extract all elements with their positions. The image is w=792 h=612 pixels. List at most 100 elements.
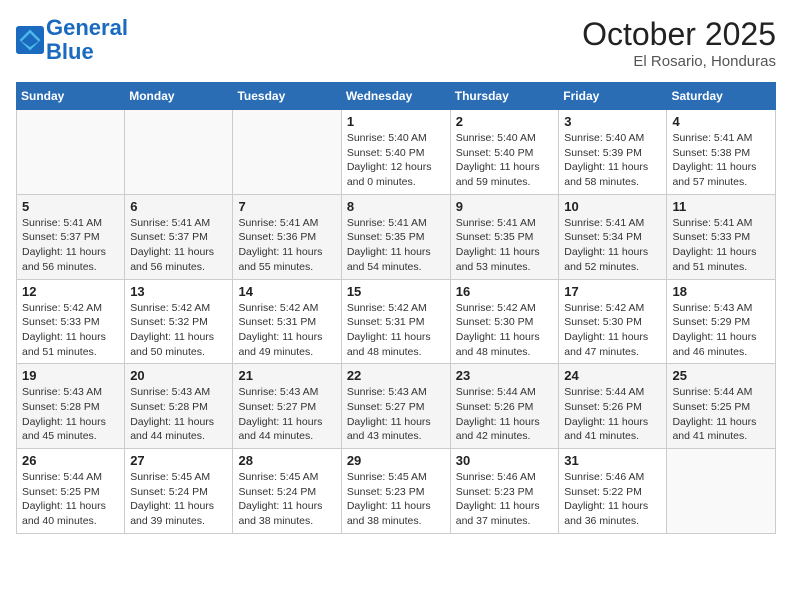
calendar-cell bbox=[667, 449, 776, 534]
day-number: 18 bbox=[672, 284, 770, 299]
weekday-header-friday: Friday bbox=[559, 83, 667, 110]
day-info: Sunrise: 5:41 AMSunset: 5:37 PMDaylight:… bbox=[130, 216, 227, 275]
day-info: Sunrise: 5:43 AMSunset: 5:28 PMDaylight:… bbox=[130, 385, 227, 444]
day-info: Sunrise: 5:42 AMSunset: 5:33 PMDaylight:… bbox=[22, 301, 119, 360]
day-number: 30 bbox=[456, 453, 554, 468]
calendar-cell: 4 Sunrise: 5:41 AMSunset: 5:38 PMDaylight… bbox=[667, 110, 776, 195]
calendar-body: 1Sunrise: 5:40 AMSunset: 5:40 PMDaylight… bbox=[17, 110, 776, 534]
day-info: Sunrise: 5:44 AMSunset: 5:25 PMDaylight:… bbox=[672, 385, 770, 444]
weekday-header-saturday: Saturday bbox=[667, 83, 776, 110]
location: El Rosario, Honduras bbox=[582, 53, 776, 70]
calendar-cell: 26 Sunrise: 5:44 AMSunset: 5:25 PMDayligh… bbox=[17, 449, 125, 534]
day-number: 11 bbox=[672, 199, 770, 214]
calendar-cell: 6 Sunrise: 5:41 AMSunset: 5:37 PMDaylight… bbox=[125, 194, 233, 279]
calendar-header-row: SundayMondayTuesdayWednesdayThursdayFrid… bbox=[17, 83, 776, 110]
day-number: 10 bbox=[564, 199, 661, 214]
day-info: Sunrise: 5:42 AMSunset: 5:30 PMDaylight:… bbox=[456, 301, 554, 360]
calendar-cell bbox=[125, 110, 233, 195]
day-info: Sunrise: 5:41 AMSunset: 5:37 PMDaylight:… bbox=[22, 216, 119, 275]
day-number: 16 bbox=[456, 284, 554, 299]
calendar-cell: 16 Sunrise: 5:42 AMSunset: 5:30 PMDayligh… bbox=[450, 279, 559, 364]
calendar-cell: 22 Sunrise: 5:43 AMSunset: 5:27 PMDayligh… bbox=[341, 364, 450, 449]
day-number: 15 bbox=[347, 284, 445, 299]
day-number: 25 bbox=[672, 368, 770, 383]
day-number: 13 bbox=[130, 284, 227, 299]
day-number: 31 bbox=[564, 453, 661, 468]
calendar-cell: 12 Sunrise: 5:42 AMSunset: 5:33 PMDayligh… bbox=[17, 279, 125, 364]
day-info: Sunrise: 5:41 AMSunset: 5:38 PMDaylight:… bbox=[672, 131, 770, 190]
day-number: 28 bbox=[238, 453, 335, 468]
calendar-cell: 28 Sunrise: 5:45 AMSunset: 5:24 PMDayligh… bbox=[233, 449, 341, 534]
calendar-cell: 9 Sunrise: 5:41 AMSunset: 5:35 PMDaylight… bbox=[450, 194, 559, 279]
day-number: 23 bbox=[456, 368, 554, 383]
day-number: 24 bbox=[564, 368, 661, 383]
day-info: Sunrise: 5:40 AMSunset: 5:40 PMDaylight:… bbox=[347, 131, 445, 190]
day-info: Sunrise: 5:41 AMSunset: 5:35 PMDaylight:… bbox=[456, 216, 554, 275]
calendar-cell: 1Sunrise: 5:40 AMSunset: 5:40 PMDaylight… bbox=[341, 110, 450, 195]
calendar-cell: 8Sunrise: 5:41 AMSunset: 5:35 PMDaylight… bbox=[341, 194, 450, 279]
day-info: Sunrise: 5:45 AMSunset: 5:24 PMDaylight:… bbox=[130, 470, 227, 529]
page-header: GeneralBlue October 2025 El Rosario, Hon… bbox=[16, 16, 776, 70]
day-info: Sunrise: 5:43 AMSunset: 5:28 PMDaylight:… bbox=[22, 385, 119, 444]
day-number: 4 bbox=[672, 114, 770, 129]
calendar-week-row: 1Sunrise: 5:40 AMSunset: 5:40 PMDaylight… bbox=[17, 110, 776, 195]
title-block: October 2025 El Rosario, Honduras bbox=[582, 16, 776, 70]
day-info: Sunrise: 5:42 AMSunset: 5:31 PMDaylight:… bbox=[238, 301, 335, 360]
weekday-header-wednesday: Wednesday bbox=[341, 83, 450, 110]
calendar-cell: 14Sunrise: 5:42 AMSunset: 5:31 PMDayligh… bbox=[233, 279, 341, 364]
day-info: Sunrise: 5:43 AMSunset: 5:29 PMDaylight:… bbox=[672, 301, 770, 360]
day-info: Sunrise: 5:44 AMSunset: 5:26 PMDaylight:… bbox=[456, 385, 554, 444]
calendar-cell: 31 Sunrise: 5:46 AMSunset: 5:22 PMDayligh… bbox=[559, 449, 667, 534]
weekday-header-monday: Monday bbox=[125, 83, 233, 110]
calendar-cell: 27 Sunrise: 5:45 AMSunset: 5:24 PMDayligh… bbox=[125, 449, 233, 534]
logo-text: GeneralBlue bbox=[46, 16, 128, 64]
day-number: 3 bbox=[564, 114, 661, 129]
calendar-cell: 24Sunrise: 5:44 AMSunset: 5:26 PMDayligh… bbox=[559, 364, 667, 449]
calendar-cell: 3 Sunrise: 5:40 AMSunset: 5:39 PMDaylight… bbox=[559, 110, 667, 195]
day-number: 9 bbox=[456, 199, 554, 214]
day-info: Sunrise: 5:43 AMSunset: 5:27 PMDaylight:… bbox=[238, 385, 335, 444]
day-info: Sunrise: 5:44 AMSunset: 5:25 PMDaylight:… bbox=[22, 470, 119, 529]
day-info: Sunrise: 5:40 AMSunset: 5:39 PMDaylight:… bbox=[564, 131, 661, 190]
day-number: 27 bbox=[130, 453, 227, 468]
calendar-cell: 5 Sunrise: 5:41 AMSunset: 5:37 PMDaylight… bbox=[17, 194, 125, 279]
day-info: Sunrise: 5:45 AMSunset: 5:24 PMDaylight:… bbox=[238, 470, 335, 529]
day-number: 6 bbox=[130, 199, 227, 214]
weekday-header-tuesday: Tuesday bbox=[233, 83, 341, 110]
calendar-cell: 11 Sunrise: 5:41 AMSunset: 5:33 PMDayligh… bbox=[667, 194, 776, 279]
day-number: 17 bbox=[564, 284, 661, 299]
calendar-cell: 30 Sunrise: 5:46 AMSunset: 5:23 PMDayligh… bbox=[450, 449, 559, 534]
month-title: October 2025 bbox=[582, 16, 776, 53]
day-info: Sunrise: 5:42 AMSunset: 5:31 PMDaylight:… bbox=[347, 301, 445, 360]
calendar-cell: 10 Sunrise: 5:41 AMSunset: 5:34 PMDayligh… bbox=[559, 194, 667, 279]
day-info: Sunrise: 5:41 AMSunset: 5:33 PMDaylight:… bbox=[672, 216, 770, 275]
calendar-cell: 15 Sunrise: 5:42 AMSunset: 5:31 PMDayligh… bbox=[341, 279, 450, 364]
day-number: 12 bbox=[22, 284, 119, 299]
day-number: 19 bbox=[22, 368, 119, 383]
calendar-week-row: 5 Sunrise: 5:41 AMSunset: 5:37 PMDaylight… bbox=[17, 194, 776, 279]
calendar-cell: 19 Sunrise: 5:43 AMSunset: 5:28 PMDayligh… bbox=[17, 364, 125, 449]
day-info: Sunrise: 5:46 AMSunset: 5:23 PMDaylight:… bbox=[456, 470, 554, 529]
day-number: 26 bbox=[22, 453, 119, 468]
day-info: Sunrise: 5:42 AMSunset: 5:32 PMDaylight:… bbox=[130, 301, 227, 360]
day-info: Sunrise: 5:40 AMSunset: 5:40 PMDaylight:… bbox=[456, 131, 554, 190]
calendar-table: SundayMondayTuesdayWednesdayThursdayFrid… bbox=[16, 82, 776, 534]
day-number: 8 bbox=[347, 199, 445, 214]
weekday-header-sunday: Sunday bbox=[17, 83, 125, 110]
calendar-cell: 7Sunrise: 5:41 AMSunset: 5:36 PMDaylight… bbox=[233, 194, 341, 279]
calendar-cell bbox=[233, 110, 341, 195]
calendar-cell: 20 Sunrise: 5:43 AMSunset: 5:28 PMDayligh… bbox=[125, 364, 233, 449]
day-info: Sunrise: 5:46 AMSunset: 5:22 PMDaylight:… bbox=[564, 470, 661, 529]
day-info: Sunrise: 5:41 AMSunset: 5:34 PMDaylight:… bbox=[564, 216, 661, 275]
calendar-cell: 23 Sunrise: 5:44 AMSunset: 5:26 PMDayligh… bbox=[450, 364, 559, 449]
calendar-cell: 2Sunrise: 5:40 AMSunset: 5:40 PMDaylight… bbox=[450, 110, 559, 195]
day-number: 20 bbox=[130, 368, 227, 383]
calendar-cell: 13 Sunrise: 5:42 AMSunset: 5:32 PMDayligh… bbox=[125, 279, 233, 364]
day-number: 22 bbox=[347, 368, 445, 383]
day-info: Sunrise: 5:43 AMSunset: 5:27 PMDaylight:… bbox=[347, 385, 445, 444]
calendar-cell: 25 Sunrise: 5:44 AMSunset: 5:25 PMDayligh… bbox=[667, 364, 776, 449]
day-info: Sunrise: 5:42 AMSunset: 5:30 PMDaylight:… bbox=[564, 301, 661, 360]
calendar-week-row: 26 Sunrise: 5:44 AMSunset: 5:25 PMDayligh… bbox=[17, 449, 776, 534]
day-number: 5 bbox=[22, 199, 119, 214]
logo-icon bbox=[16, 26, 44, 54]
